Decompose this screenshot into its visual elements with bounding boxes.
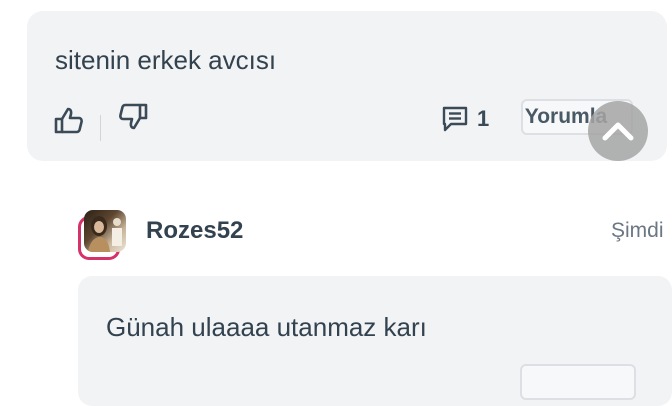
- comment-card: sitenin erkek avcısı 1 Yorumla: [27, 11, 667, 161]
- chevron-up-icon: [602, 122, 634, 141]
- thumbs-up-icon: [54, 107, 83, 134]
- reply-timestamp: Şimdi: [611, 219, 664, 242]
- scroll-to-top-button[interactable]: [588, 101, 648, 161]
- avatar-image: [84, 210, 126, 252]
- reply-card: Günah ulaaaa utanmaz karı: [78, 276, 672, 406]
- reply-text: Günah ulaaaa utanmaz karı: [106, 312, 427, 342]
- reply-count: 1: [477, 106, 490, 131]
- comment-icon: [442, 106, 468, 132]
- thumbs-down-icon: [119, 103, 148, 130]
- reply-card-reply-button[interactable]: [520, 364, 636, 400]
- dislike-button[interactable]: [117, 101, 149, 133]
- reply-count-link[interactable]: 1: [441, 102, 489, 136]
- avatar[interactable]: [78, 210, 126, 260]
- reply-username[interactable]: Rozes52: [146, 217, 243, 245]
- like-button[interactable]: [53, 105, 85, 137]
- reaction-divider: [100, 115, 101, 141]
- comment-text: sitenin erkek avcısı: [55, 45, 277, 75]
